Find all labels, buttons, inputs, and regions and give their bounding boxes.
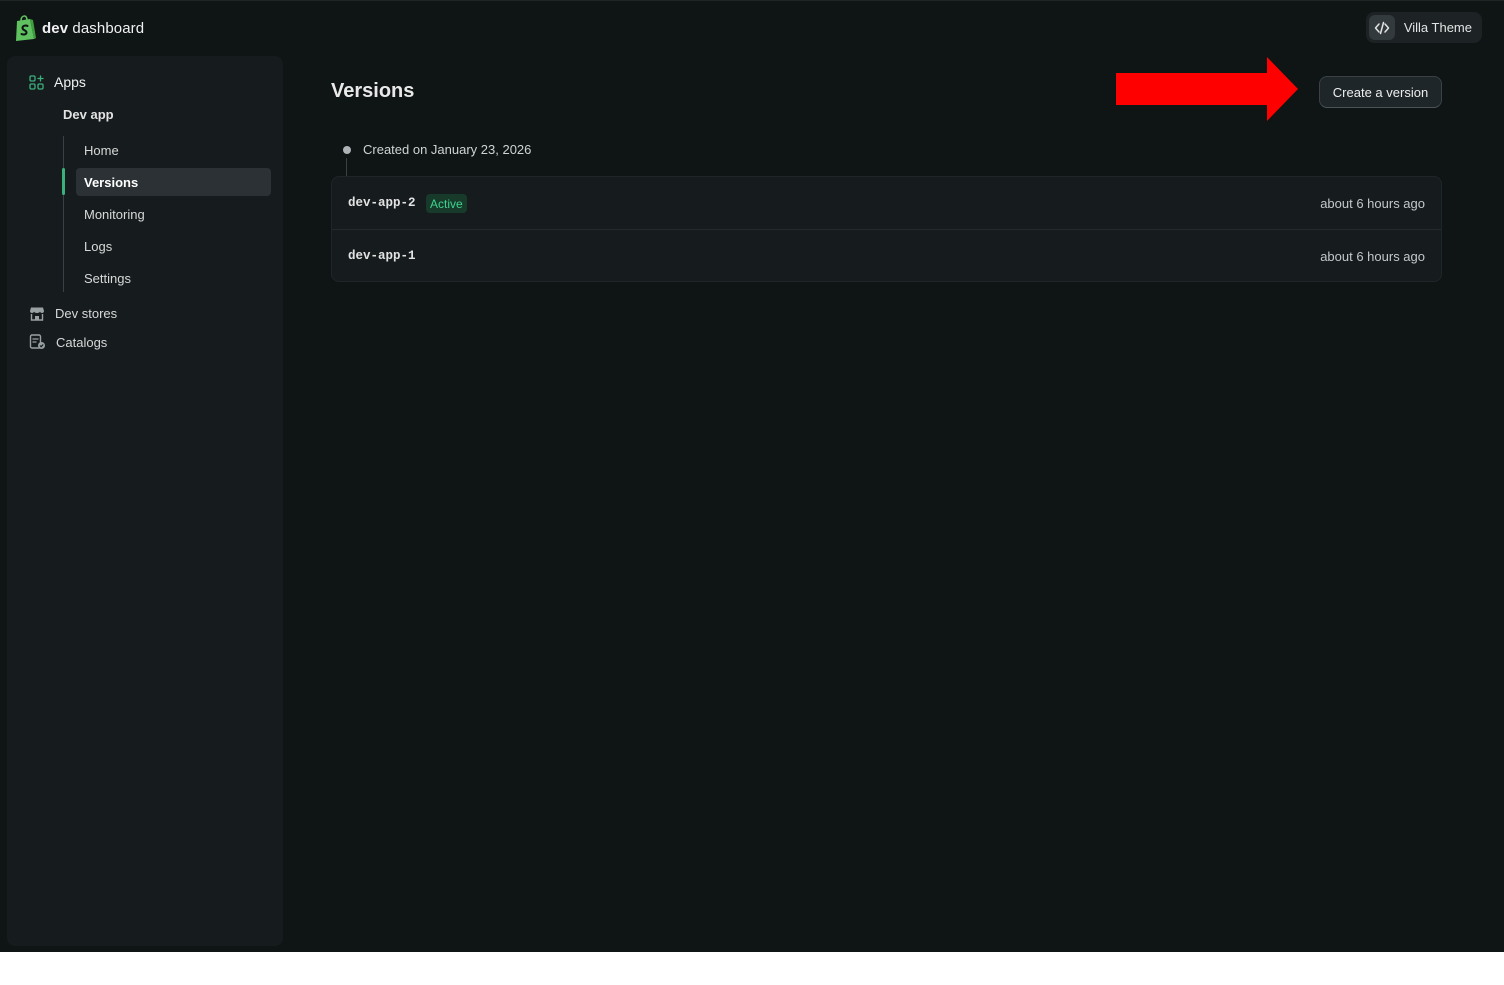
brand-name-rest: dashboard [68, 19, 145, 37]
sidebar-item-dev-app[interactable]: Dev app [63, 107, 114, 122]
sidebar-item-apps-label: Apps [54, 74, 86, 90]
sidebar-item-logs[interactable]: Logs [84, 239, 112, 254]
versions-list: dev-app-2 Active about 6 hours ago dev-a… [331, 176, 1442, 282]
shopify-bag-icon [16, 15, 36, 41]
sidebar-item-monitoring[interactable]: Monitoring [84, 207, 145, 222]
version-name: dev-app-2 [348, 196, 416, 210]
sidebar-item-settings[interactable]: Settings [84, 271, 131, 286]
status-badge-active: Active [426, 194, 467, 213]
version-timestamp: about 6 hours ago [1320, 196, 1425, 211]
brand[interactable]: dev dashboard [14, 15, 144, 41]
sidebar-item-dev-stores[interactable]: Dev stores [29, 306, 117, 321]
annotation-arrow-icon [1116, 57, 1298, 121]
code-brackets-icon [1374, 21, 1390, 34]
apps-grid-icon [29, 74, 44, 90]
sidebar-item-apps[interactable]: Apps [29, 73, 86, 91]
sidebar-item-versions[interactable]: Versions [84, 175, 138, 190]
active-indicator [62, 168, 65, 195]
timeline-line [346, 158, 347, 176]
app-window: dev dashboard Villa Theme Apps Dev app H… [0, 0, 1504, 952]
created-date-label: Created on January 23, 2026 [363, 142, 532, 157]
sidebar-item-catalogs-label: Catalogs [56, 334, 108, 350]
version-name: dev-app-1 [348, 249, 416, 263]
create-version-button[interactable]: Create a version [1319, 76, 1442, 108]
sidebar-item-dev-stores-label: Dev stores [55, 306, 118, 321]
brand-name: dev dashboard [42, 20, 144, 37]
sidebar-item-home[interactable]: Home [84, 143, 119, 158]
theme-icon-box [1368, 15, 1395, 40]
page-title: Versions [331, 80, 415, 102]
version-row-dev-app-2[interactable]: dev-app-2 Active about 6 hours ago [332, 177, 1441, 230]
sidebar: Apps Dev app Home Versions Monitoring Lo… [7, 56, 283, 946]
version-row-dev-app-1[interactable]: dev-app-1 about 6 hours ago [332, 230, 1441, 281]
top-bar: dev dashboard Villa Theme [0, 1, 1504, 55]
sidebar-item-catalogs[interactable]: Catalogs [29, 334, 107, 350]
subnav-guide-line [63, 136, 64, 292]
theme-switcher[interactable]: Villa Theme [1365, 12, 1482, 43]
catalog-icon [29, 334, 45, 349]
timeline-dot [343, 146, 351, 154]
store-icon [30, 307, 44, 321]
brand-name-bold: dev [42, 19, 69, 37]
theme-label: Villa Theme [1403, 20, 1472, 35]
version-timestamp: about 6 hours ago [1320, 249, 1425, 264]
